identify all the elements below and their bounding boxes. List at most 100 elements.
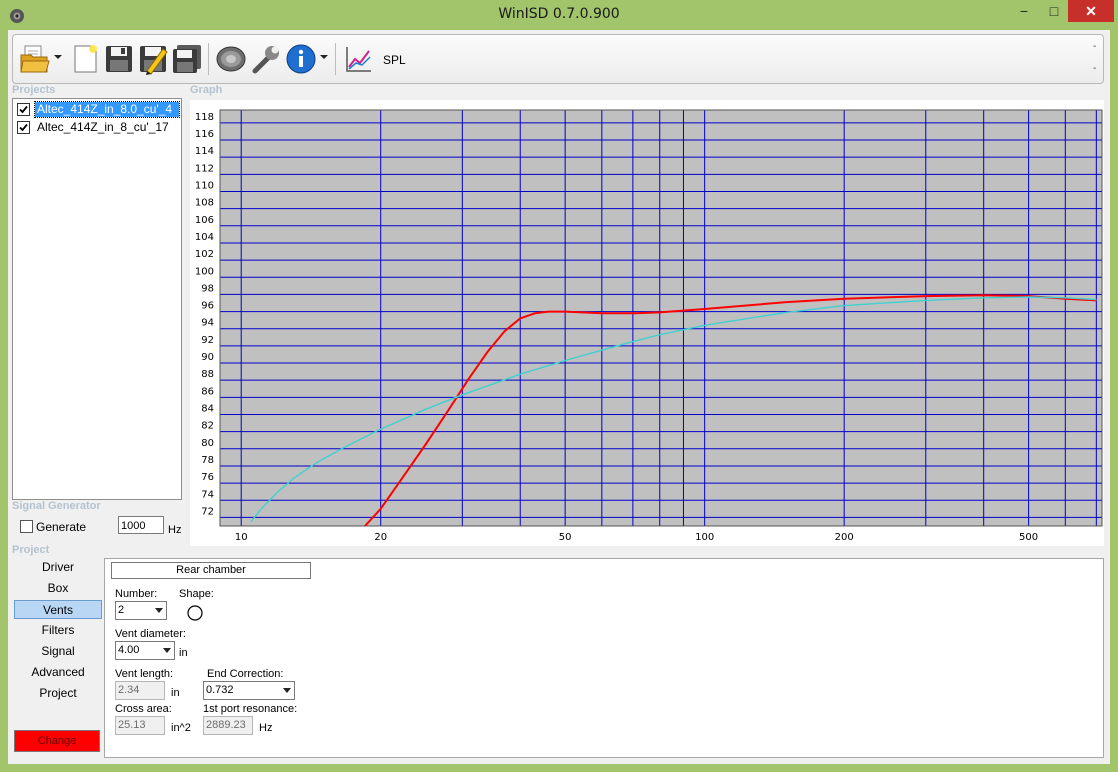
save-as-button[interactable] [137, 43, 169, 75]
project-item[interactable]: Altec_414Z_in_8.0_cu'_4 [15, 101, 180, 118]
minimize-button[interactable]: − [1010, 0, 1038, 22]
window-title: WinISD 0.7.0.900 [498, 6, 620, 22]
change-button[interactable]: Change [14, 730, 100, 752]
y-tick-label: 84 [201, 403, 214, 414]
nav-advanced[interactable]: Advanced [14, 663, 102, 682]
about-button[interactable] [285, 43, 317, 75]
wrench-icon [252, 46, 279, 74]
vent-diameter-unit: in [179, 647, 188, 659]
nav-signal[interactable]: Signal [14, 642, 102, 661]
save-all-button[interactable] [171, 43, 203, 75]
client-area: SPL - - Projects Graph Altec_414Z_in_8.0… [8, 30, 1110, 764]
y-tick-label: 108 [195, 198, 214, 209]
project-item[interactable]: Altec_414Z_in_8_cu'_17 [15, 119, 179, 136]
title-bar[interactable]: WinISD 0.7.0.900 − □ ✕ [0, 0, 1118, 30]
nav-filters[interactable]: Filters [14, 621, 102, 640]
vent-diameter-label: Vent diameter: [115, 628, 186, 640]
port-resonance-label: 1st port resonance: [203, 703, 298, 715]
projects-list[interactable]: Altec_414Z_in_8.0_cu'_4 Altec_414Z_in_8_… [12, 98, 182, 500]
cross-area-unit: in^2 [171, 722, 191, 734]
cross-area-field: 25.13 [115, 716, 165, 735]
y-tick-label: 106 [195, 215, 214, 226]
project-checkbox[interactable] [17, 121, 30, 134]
round-vent-shape-icon[interactable] [187, 605, 203, 621]
y-tick-label: 86 [201, 386, 214, 397]
spl-graph-panel[interactable]: 72 74 76 78 80 82 84 86 88 90 92 94 96 98 100 102 104 106… [190, 100, 1104, 546]
port-resonance-unit: Hz [259, 722, 273, 734]
vent-diameter-value: 4.00 [118, 644, 140, 656]
chevron-down-icon [155, 608, 163, 613]
y-tick-label: 110 [195, 180, 214, 191]
y-tick-label: 80 [201, 438, 214, 449]
vent-diameter-select[interactable]: 4.00 [115, 641, 175, 660]
projects-group-label: Projects [12, 84, 56, 96]
nav-project[interactable]: Project [14, 684, 102, 703]
x-tick-label: 20 [374, 532, 387, 543]
toolbar-handle-bottom[interactable]: - [1093, 63, 1096, 74]
nav-vents[interactable]: Vents [14, 600, 102, 619]
options-button[interactable] [250, 43, 282, 75]
end-correction-select[interactable]: 0.732 [203, 681, 295, 700]
toolbar-separator [335, 43, 336, 75]
maximize-button[interactable]: □ [1040, 0, 1068, 22]
speaker-icon [216, 46, 246, 72]
x-tick-label: 50 [559, 532, 572, 543]
save-all-icon [173, 45, 201, 73]
y-tick-label: 102 [195, 249, 214, 260]
spl-chart[interactable]: 72 74 76 78 80 82 84 86 88 90 92 94 96 98 100 102 104 106… [190, 100, 1104, 546]
save-button[interactable] [103, 43, 135, 75]
vent-length-label: Vent length: [115, 668, 174, 680]
vents-panel: Rear chamber Number: 2 Shape: Vent diame… [104, 558, 1104, 758]
graph-group-label: Graph [190, 84, 223, 96]
about-dropdown-arrow-icon[interactable] [320, 53, 328, 61]
open-project-button[interactable] [19, 43, 51, 75]
open-folder-icon [20, 45, 50, 73]
shape-label: Shape: [179, 588, 214, 600]
y-tick-label: 78 [201, 455, 214, 466]
y-tick-label: 96 [201, 301, 214, 312]
signal-generator-label: Signal Generator [12, 500, 101, 512]
project-name[interactable]: Altec_414Z_in_8.0_cu'_4 [34, 101, 180, 118]
generate-label: Generate [36, 520, 87, 534]
y-tick-label: 104 [195, 232, 214, 243]
x-tick-label: 200 [835, 532, 854, 543]
y-tick-label: 82 [201, 421, 214, 432]
y-tick-label: 92 [201, 335, 214, 346]
frequency-input[interactable]: 1000 [118, 516, 164, 534]
new-project-button[interactable] [69, 43, 101, 75]
nav-box[interactable]: Box [14, 579, 102, 598]
save-as-icon [140, 46, 168, 75]
cross-area-label: Cross area: [115, 703, 172, 715]
y-tick-label: 114 [195, 146, 214, 157]
open-dropdown-arrow-icon[interactable] [54, 53, 62, 61]
y-tick-label: 88 [201, 369, 214, 380]
vent-length-field: 2.34 [115, 681, 165, 700]
rear-chamber-button[interactable]: Rear chamber [111, 562, 311, 579]
vent-number-value: 2 [118, 604, 125, 616]
project-name[interactable]: Altec_414Z_in_8_cu'_17 [35, 120, 179, 135]
app-window: WinISD 0.7.0.900 − □ ✕ SPL - - Projects … [0, 0, 1118, 772]
x-tick-label: 500 [1019, 532, 1038, 543]
vent-length-unit: in [171, 687, 180, 699]
end-correction-label: End Correction: [207, 668, 284, 680]
checkmark-icon [19, 105, 28, 114]
y-tick-label: 112 [195, 163, 214, 174]
generate-checkbox[interactable] [20, 520, 33, 533]
end-correction-value: 0.732 [206, 684, 234, 696]
nav-driver[interactable]: Driver [14, 558, 102, 577]
spl-graph-button[interactable] [343, 43, 375, 75]
y-tick-label: 76 [201, 472, 214, 483]
project-checkbox[interactable] [17, 103, 30, 116]
spl-graph-label[interactable]: SPL [383, 53, 406, 67]
toolbar-separator [208, 43, 209, 75]
driver-editor-button[interactable] [215, 43, 247, 75]
x-tick-label: 10 [235, 532, 248, 543]
close-button[interactable]: ✕ [1068, 0, 1114, 22]
y-tick-label: 116 [195, 129, 214, 140]
y-tick-label: 90 [201, 352, 214, 363]
y-tick-label: 98 [201, 283, 214, 294]
checkmark-icon [19, 123, 28, 132]
toolbar-handle-top[interactable]: - [1093, 41, 1096, 52]
port-resonance-field: 2889.23 [203, 716, 253, 735]
vent-number-select[interactable]: 2 [115, 601, 167, 620]
